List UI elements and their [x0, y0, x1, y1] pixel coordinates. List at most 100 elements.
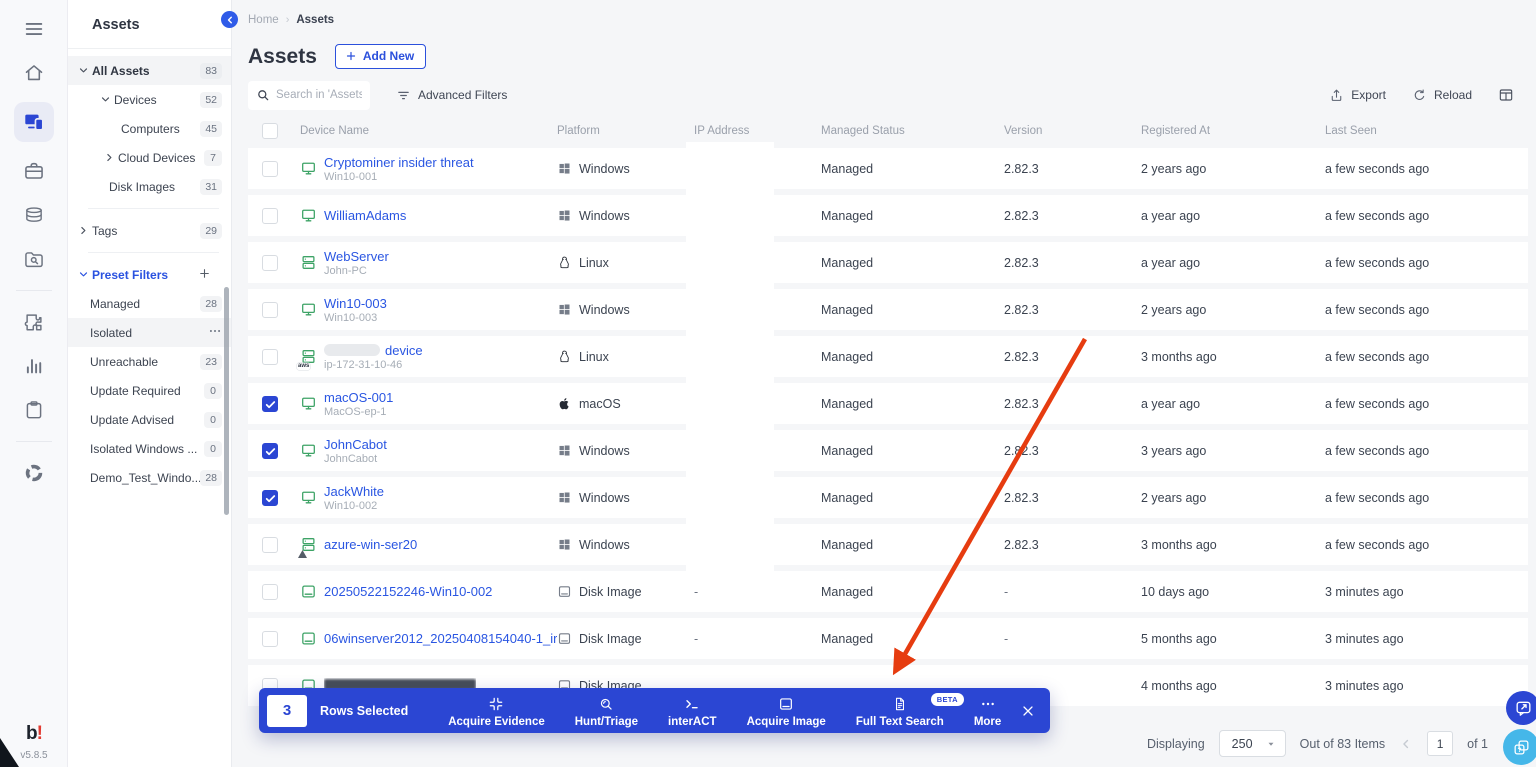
nav-layers[interactable] — [15, 200, 53, 230]
nav-clipboard[interactable] — [15, 395, 53, 425]
sidebar-item-preset-filters[interactable]: Preset Filters — [68, 260, 231, 289]
device-name-link[interactable]: Win10-003 — [324, 296, 387, 311]
row-checkbox[interactable] — [262, 631, 278, 647]
breadcrumb-separator-icon: › — [286, 14, 290, 26]
row-checkbox[interactable] — [262, 161, 278, 177]
table-row[interactable]: awsdeviceip-172-31-10-46LinuxManaged2.82… — [248, 336, 1528, 377]
row-checkbox[interactable] — [262, 443, 278, 459]
platform-label: Windows — [579, 162, 630, 176]
sidebar-item-isolated[interactable]: Isolated — [68, 318, 231, 347]
device-name-link[interactable]: Cryptominer insider threat — [324, 155, 474, 170]
device-hostname: ip-172-31-10-46 — [324, 359, 423, 371]
sidebar-item-update-required[interactable]: Update Required0 — [68, 376, 231, 405]
registered-at-cell: a year ago — [1141, 256, 1325, 270]
version-cell: 2.82.3 — [1004, 256, 1141, 270]
column-header[interactable]: Managed Status — [821, 125, 1004, 137]
search-box[interactable] — [248, 81, 370, 110]
sidebar-item-demo-test-windo[interactable]: Demo_Test_Windo...28 — [68, 463, 231, 492]
plus-icon — [198, 267, 211, 280]
row-checkbox[interactable] — [262, 396, 278, 412]
row-checkbox[interactable] — [262, 537, 278, 553]
column-header[interactable]: IP Address — [694, 125, 821, 137]
row-checkbox[interactable] — [262, 208, 278, 224]
page-size-select[interactable]: 250 — [1219, 730, 1286, 757]
device-name-link[interactable]: WilliamAdams — [324, 208, 406, 223]
nav-home[interactable] — [15, 58, 53, 88]
column-header[interactable]: Registered At — [1141, 125, 1325, 137]
column-header[interactable]: Version — [1004, 125, 1141, 137]
device-name-link[interactable]: macOS-001 — [324, 390, 393, 405]
full-text-search-button[interactable]: Full Text SearchBETA — [856, 694, 944, 728]
more-icon — [980, 696, 996, 712]
table-row[interactable]: WilliamAdamsWindowsManaged2.82.3a year a… — [248, 195, 1528, 236]
table-row[interactable]: azure-win-ser20WindowsManaged2.82.33 mon… — [248, 524, 1528, 565]
search-input[interactable] — [276, 89, 362, 101]
column-header[interactable]: Platform — [557, 125, 694, 137]
nav-chart[interactable] — [15, 351, 53, 381]
table-row[interactable]: JohnCabotJohnCabotWindowsManaged2.82.33 … — [248, 430, 1528, 471]
table-row[interactable]: WebServerJohn-PCLinuxManaged2.82.3a year… — [248, 242, 1528, 283]
sidebar-item-isolated-windows[interactable]: Isolated Windows ...0 — [68, 434, 231, 463]
sidebar-item-disk-images[interactable]: Disk Images31 — [68, 172, 231, 201]
select-all-checkbox[interactable] — [262, 123, 278, 139]
table-row[interactable]: 20250522152246-Win10-002Disk Image-Manag… — [248, 571, 1528, 612]
table-row[interactable]: 06winserver2012_20250408154040-1_irDisk … — [248, 618, 1528, 659]
breadcrumb-home[interactable]: Home — [248, 14, 279, 26]
device-name-link[interactable]: JackWhite — [324, 484, 384, 499]
column-header[interactable]: Last Seen — [1325, 125, 1528, 137]
sidebar-item-update-advised[interactable]: Update Advised0 — [68, 405, 231, 434]
sidebar-item-all-assets[interactable]: All Assets83 — [68, 56, 231, 85]
nav-folder-search[interactable] — [15, 244, 53, 274]
acquire-evidence-icon — [488, 696, 504, 712]
row-checkbox[interactable] — [262, 349, 278, 365]
device-name-link[interactable]: azure-win-ser20 — [324, 537, 417, 552]
table-row[interactable]: Win10-003Win10-003WindowsManaged2.82.32 … — [248, 289, 1528, 330]
device-name-link[interactable]: WebServer — [324, 249, 389, 264]
sidebar-item-computers[interactable]: Computers45 — [68, 114, 231, 143]
linux-icon — [557, 255, 572, 270]
sidebar-item-tags[interactable]: Tags29 — [68, 216, 231, 245]
chevron-down-icon — [100, 94, 111, 105]
table-row[interactable]: macOS-001MacOS-ep-1macOSManaged2.82.3a y… — [248, 383, 1528, 424]
sidebar-item-managed[interactable]: Managed28 — [68, 289, 231, 318]
prev-page-icon[interactable] — [1399, 737, 1413, 751]
row-checkbox[interactable] — [262, 584, 278, 600]
nav-swirl[interactable] — [15, 458, 53, 488]
table-row[interactable]: JackWhiteWin10-002WindowsManaged2.82.32 … — [248, 477, 1528, 518]
corner-wedge — [0, 738, 19, 767]
interact-button[interactable]: interACT — [668, 694, 717, 728]
hunt-triage-button[interactable]: Hunt/Triage — [575, 694, 638, 728]
sidebar-item-cloud-devices[interactable]: Cloud Devices7 — [68, 143, 231, 172]
page-number-input[interactable]: 1 — [1427, 731, 1453, 756]
sidebar-scrollbar[interactable] — [224, 287, 229, 515]
row-checkbox[interactable] — [262, 255, 278, 271]
sidebar-item-unreachable[interactable]: Unreachable23 — [68, 347, 231, 376]
column-header[interactable]: Device Name — [300, 125, 557, 137]
row-checkbox[interactable] — [262, 490, 278, 506]
device-name-link[interactable]: JohnCabot — [324, 437, 387, 452]
advanced-filters-button[interactable]: Advanced Filters — [396, 88, 507, 103]
registered-at-cell: 10 days ago — [1141, 585, 1325, 599]
table-row[interactable]: Cryptominer insider threatWin10-001Windo… — [248, 148, 1528, 189]
nav-briefcase[interactable] — [15, 156, 53, 186]
reload-button[interactable]: Reload — [1412, 88, 1472, 103]
row-checkbox[interactable] — [262, 302, 278, 318]
nav-assets[interactable] — [14, 102, 54, 142]
help-button[interactable]: ? — [1503, 729, 1536, 765]
device-name-link[interactable]: 20250522152246-Win10-002 — [324, 584, 492, 599]
nav-menu[interactable] — [15, 14, 53, 44]
chat-button[interactable] — [1506, 691, 1536, 725]
export-button[interactable]: Export — [1329, 88, 1386, 103]
device-name-link[interactable]: device — [324, 343, 423, 358]
nav-puzzle[interactable] — [15, 307, 53, 337]
add-preset-filter-button[interactable] — [198, 267, 222, 283]
more-button[interactable]: More — [974, 694, 1001, 728]
acquire-image-button[interactable]: Acquire Image — [747, 694, 826, 728]
close-icon[interactable] — [1020, 703, 1036, 719]
sidebar-collapse-button[interactable] — [221, 11, 238, 28]
columns-settings-icon[interactable] — [1498, 87, 1514, 103]
add-new-button[interactable]: Add New — [335, 44, 426, 69]
device-name-link[interactable]: 06winserver2012_20250408154040-1_ir — [324, 631, 557, 646]
acquire-evidence-button[interactable]: Acquire Evidence — [448, 694, 545, 728]
sidebar-item-devices[interactable]: Devices52 — [68, 85, 231, 114]
